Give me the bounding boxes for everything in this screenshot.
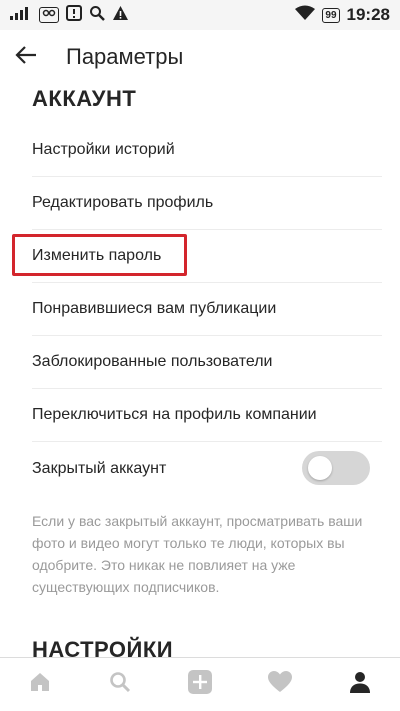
menu-item-edit-profile[interactable]: Редактировать профиль (32, 177, 382, 230)
toggle-knob (308, 456, 332, 480)
back-button[interactable] (0, 30, 52, 84)
menu-item-blocked-users[interactable]: Заблокированные пользователи (32, 336, 382, 389)
nav-search-button[interactable] (90, 658, 150, 711)
highlight-frame (12, 234, 187, 276)
sim-icon (39, 7, 59, 23)
settings-list[interactable]: АККАУНТ Настройки историй Редактировать … (0, 84, 400, 657)
nav-activity-button[interactable] (250, 658, 310, 711)
menu-item-story-settings[interactable]: Настройки историй (32, 124, 382, 177)
menu-item-label: Настройки историй (32, 141, 175, 158)
wifi-icon (295, 5, 316, 26)
alert-icon (66, 4, 82, 26)
menu-item-label: Заблокированные пользователи (32, 353, 273, 370)
home-icon (28, 670, 52, 699)
battery-icon: 99 (322, 7, 340, 23)
search-icon (89, 5, 105, 26)
menu-item-liked-posts[interactable]: Понравившиеся вам публикации (32, 283, 382, 336)
section-title-account: АККАУНТ (32, 86, 137, 111)
menu-item-label: Понравившиеся вам публикации (32, 300, 277, 317)
profile-icon (348, 670, 372, 699)
add-icon (187, 669, 213, 700)
page-title: Параметры (66, 44, 184, 69)
warning-icon (112, 5, 129, 26)
nav-home-button[interactable] (10, 658, 70, 711)
private-account-toggle[interactable] (302, 451, 370, 485)
arrow-left-icon (15, 45, 37, 70)
nav-profile-button[interactable] (330, 658, 390, 711)
bottom-nav (0, 657, 400, 711)
status-bar-right: 99 19:28 (295, 5, 390, 26)
menu-item-label: Переключиться на профиль компании (32, 406, 317, 423)
nav-add-button[interactable] (170, 658, 230, 711)
menu-item-label: Редактировать профиль (32, 194, 214, 211)
private-account-label: Закрытый аккаунт (32, 459, 167, 477)
menu-item-switch-business[interactable]: Переключиться на профиль компании (32, 389, 382, 442)
private-account-note: Если у вас закрытый аккаунт, просматрива… (32, 513, 363, 595)
search-icon (108, 670, 132, 699)
section-title-settings: НАСТРОЙКИ (32, 637, 174, 657)
heart-icon (267, 670, 293, 699)
status-bar-left (10, 4, 129, 26)
signal-icon (10, 6, 32, 25)
status-bar: 99 19:28 (0, 0, 400, 30)
app-header: Параметры (0, 30, 400, 84)
battery-level: 99 (325, 9, 337, 21)
status-time: 19:28 (346, 5, 390, 24)
